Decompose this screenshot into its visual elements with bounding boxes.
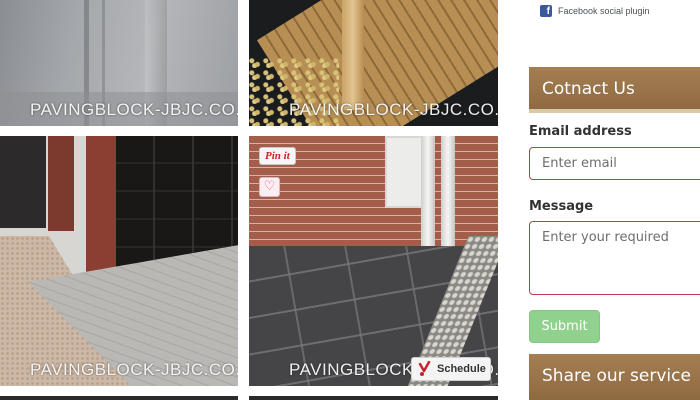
photo-watermark: PAVINGBLOCK-JBJC.CO.UK <box>289 100 498 119</box>
gallery-photo-patio[interactable]: PAVINGBLOCK-JBJC.CO.UK Pin it ♡ Schedule <box>249 136 498 386</box>
photo-gallery: PAVINGBLOCK-JBJC.CO.UK PAVINGBLOCK-JBJC.… <box>0 0 510 400</box>
gallery-photo-next-row[interactable] <box>249 396 498 400</box>
schedule-icon <box>418 361 431 376</box>
email-field[interactable] <box>529 147 700 180</box>
gallery-photo-next-row[interactable] <box>0 396 238 400</box>
porch-column <box>441 136 455 264</box>
facebook-icon: f <box>540 5 552 17</box>
message-field[interactable] <box>529 221 700 295</box>
photo-watermark: PAVINGBLOCK-JBJC.CO.UK <box>30 360 238 379</box>
house-door <box>0 136 46 228</box>
brick-pillar <box>48 136 74 231</box>
gallery-photo-wall[interactable]: PAVINGBLOCK-JBJC.CO.UK <box>0 0 238 126</box>
facebook-plugin-label: Facebook social plugin <box>558 6 650 16</box>
porch-column <box>421 136 435 264</box>
pinit-button[interactable]: Pin it <box>259 147 296 165</box>
sidebar: f Facebook social plugin Cotnact Us Emai… <box>529 0 700 400</box>
submit-button[interactable]: Submit <box>529 310 600 343</box>
schedule-button[interactable]: Schedule <box>411 357 491 381</box>
message-label: Message <box>529 199 594 214</box>
email-label: Email address <box>529 124 632 139</box>
heart-icon[interactable]: ♡ <box>259 177 280 197</box>
gallery-photo-driveway[interactable]: PAVINGBLOCK-JBJC.CO.UK <box>0 136 238 386</box>
gallery-photo-deck[interactable]: PAVINGBLOCK-JBJC.CO.UK <box>249 0 498 126</box>
photo-watermark: PAVINGBLOCK-JBJC.CO.UK <box>30 100 238 119</box>
brick-pillar <box>86 136 116 276</box>
contact-heading: Cotnact Us <box>529 67 700 113</box>
share-heading: Share our service <box>529 354 700 400</box>
deck-post <box>342 0 364 110</box>
schedule-label: Schedule <box>437 363 486 375</box>
